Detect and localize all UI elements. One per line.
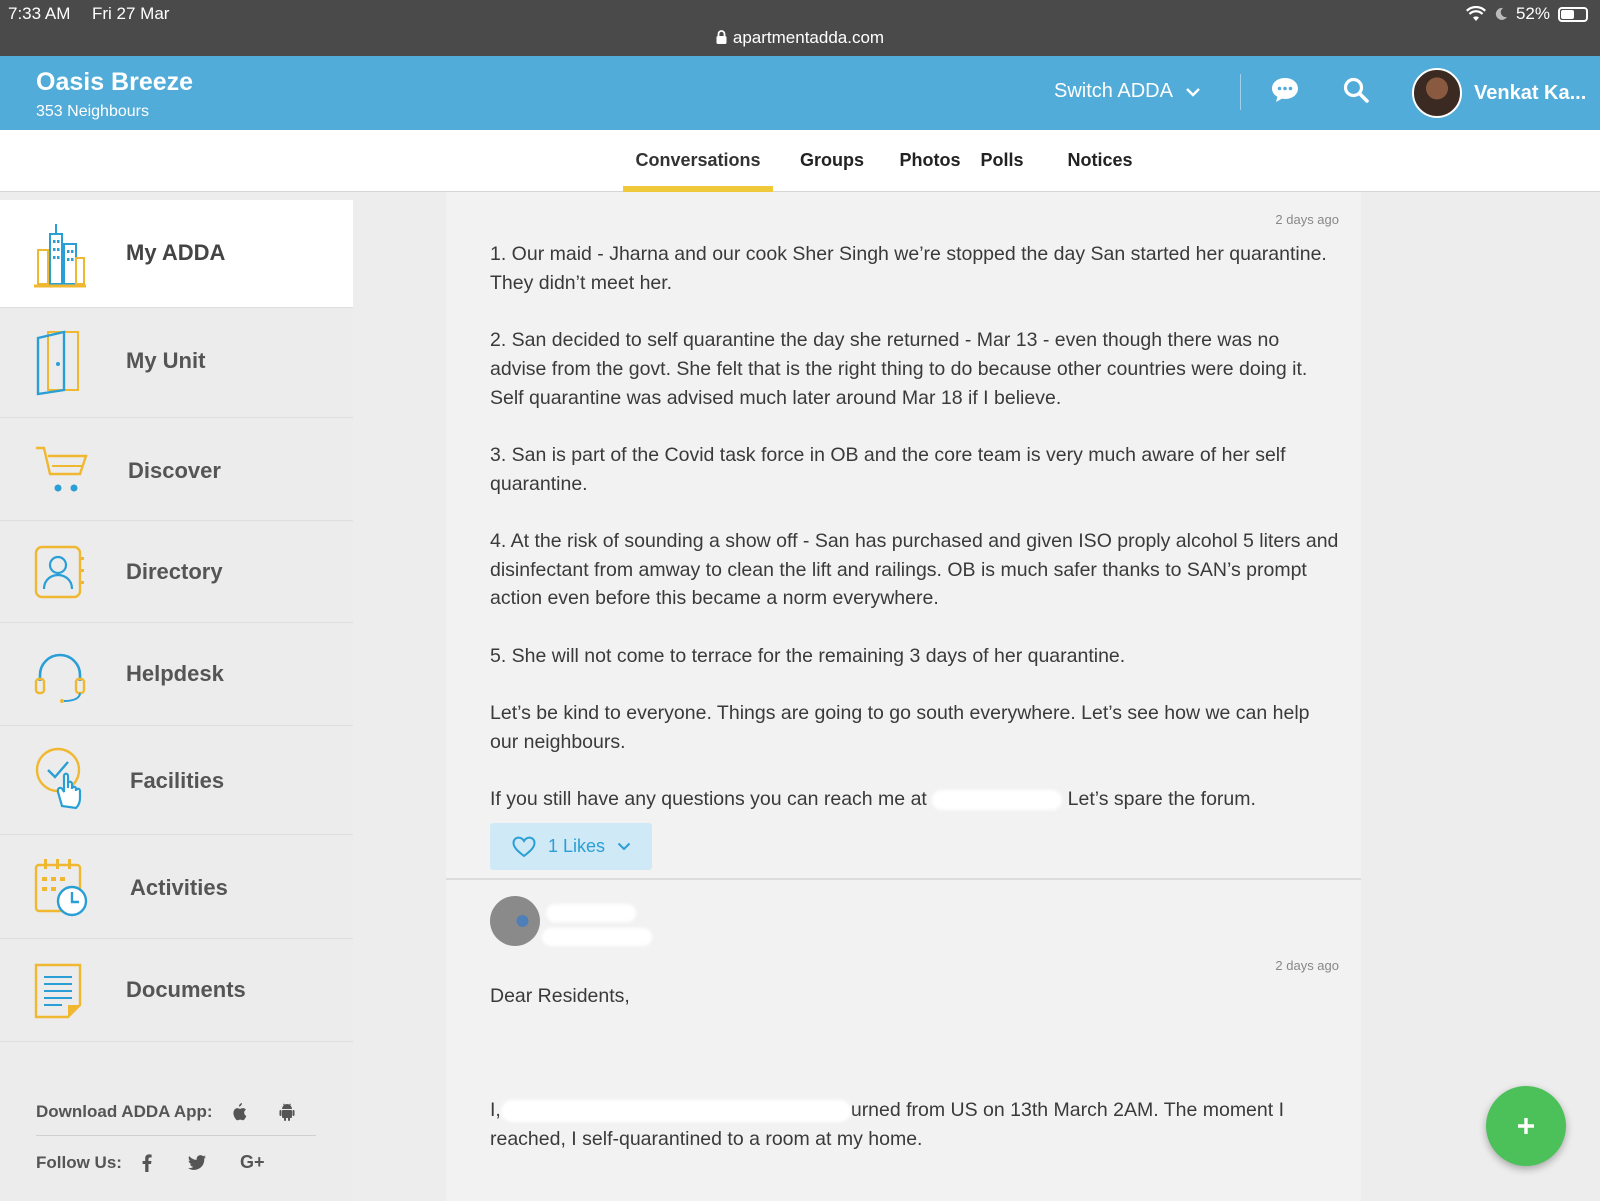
- tab-conversations[interactable]: Conversations: [623, 130, 773, 192]
- plus-icon: [1518, 1118, 1534, 1134]
- wifi-icon: [1465, 6, 1486, 21]
- sidebar-item-label: Activities: [130, 875, 228, 900]
- headset-icon: [34, 653, 86, 703]
- sidebar-item-my-unit[interactable]: My Unit: [0, 308, 353, 418]
- tab-groups[interactable]: Groups: [784, 130, 880, 192]
- chat-icon[interactable]: [1270, 76, 1300, 104]
- sidebar-item-activities[interactable]: Activities: [0, 835, 353, 939]
- user-name: Venkat Ka...: [1474, 81, 1587, 104]
- battery-percent: 52%: [1515, 4, 1550, 23]
- sidebar-item-facilities[interactable]: Facilities: [0, 726, 353, 835]
- sidebar-item-label: Directory: [126, 559, 223, 584]
- community-name: Oasis Breeze: [36, 68, 194, 96]
- contacts-icon: [34, 545, 84, 599]
- sidebar-item-documents[interactable]: Documents: [0, 939, 353, 1042]
- post-timestamp: 2 days ago: [1275, 958, 1339, 973]
- post-paragraph: 3. San is part of the Covid task force i…: [490, 443, 1286, 495]
- post-paragraph: 5. She will not come to terrace for the …: [490, 644, 1126, 667]
- post-body-line: I, urned from US on 13th March 2AM. The m…: [490, 1099, 1285, 1122]
- facebook-icon[interactable]: [142, 1153, 152, 1172]
- post-divider: [446, 878, 1361, 880]
- sidebar-item-label: Discover: [128, 458, 221, 483]
- post-timestamp: 2 days ago: [1275, 212, 1339, 227]
- user-avatar: [1412, 68, 1462, 118]
- address-bar[interactable]: apartmentadda.com: [0, 28, 1600, 48]
- android-icon[interactable]: [279, 1103, 295, 1121]
- likes-button[interactable]: 1 Likes: [490, 823, 652, 870]
- post-paragraph: 4. At the risk of sounding a show off - …: [490, 529, 1339, 610]
- moon-icon: [1495, 7, 1507, 20]
- post-paragraph-contact: If you still have any questions you can …: [490, 788, 1256, 811]
- google-plus-icon[interactable]: G+: [240, 1152, 265, 1173]
- tab-notices[interactable]: Notices: [1050, 130, 1150, 192]
- sidebar-item-label: Helpdesk: [126, 661, 224, 686]
- redacted-contact: [932, 790, 1063, 811]
- calendar-clock-icon: [34, 859, 88, 917]
- url-text: apartmentadda.com: [732, 28, 885, 47]
- sidebar-item-helpdesk[interactable]: Helpdesk: [0, 623, 353, 726]
- ios-status-bar: 7:33 AM Fri 27 Mar 52% apartmentadda.com: [0, 0, 1600, 56]
- redacted-author-details: [500, 1099, 851, 1122]
- twitter-icon[interactable]: [187, 1155, 206, 1170]
- sidebar-item-label: Documents: [126, 977, 246, 1002]
- chevron-down-icon: [1186, 87, 1200, 97]
- post-body: 1. Our maid - Jharna and our cook Sher S…: [490, 240, 1340, 843]
- lock-icon: [716, 30, 727, 44]
- door-icon: [36, 330, 79, 396]
- neighbours-count: 353 Neighbours: [36, 103, 149, 120]
- status-time: 7:33 AM: [8, 4, 71, 23]
- header-divider: [1240, 74, 1241, 110]
- footer-divider: [36, 1135, 316, 1136]
- cart-icon: [36, 446, 88, 492]
- follow-us-row: Follow Us: G+: [36, 1152, 264, 1173]
- download-app-label: Download ADDA App:: [36, 1102, 213, 1121]
- post-paragraph: 2. San decided to self quarantine the da…: [490, 329, 1308, 409]
- community-info[interactable]: Oasis Breeze 353 Neighbours: [36, 68, 193, 121]
- tab-photos[interactable]: Photos: [882, 130, 978, 192]
- app-header: Oasis Breeze 353 Neighbours Switch ADDA …: [0, 56, 1600, 130]
- download-app-row: Download ADDA App:: [36, 1102, 295, 1122]
- tab-polls[interactable]: Polls: [972, 130, 1032, 192]
- post-paragraph: Let’s be kind to everyone. Things are go…: [490, 702, 1310, 753]
- heart-icon: [512, 836, 536, 857]
- apple-icon[interactable]: [231, 1103, 247, 1121]
- buildings-icon: [34, 224, 86, 288]
- conversation-feed: 2 days ago 1. Our maid - Jharna and our …: [446, 192, 1361, 1201]
- sidebar-item-discover[interactable]: Discover: [0, 418, 353, 521]
- status-date: Fri 27 Mar: [92, 4, 170, 23]
- sidebar-item-label: My Unit: [126, 348, 206, 373]
- post-body-line: reached, I self-quarantined to a room at…: [490, 1128, 923, 1150]
- switch-adda-label: Switch ADDA: [1054, 80, 1173, 102]
- user-profile-menu[interactable]: Venkat Ka...: [1412, 68, 1586, 118]
- tab-bar: Conversations Groups Photos Polls Notice…: [0, 130, 1600, 192]
- document-icon: [34, 963, 82, 1019]
- post-greeting: Dear Residents,: [490, 985, 630, 1007]
- post-paragraph: 1. Our maid - Jharna and our cook Sher S…: [490, 243, 1327, 294]
- sidebar-item-label: Facilities: [130, 768, 225, 793]
- conversation-post: 2 days ago 1. Our maid - Jharna and our …: [446, 192, 1361, 882]
- sidebar-item-directory[interactable]: Directory: [0, 521, 353, 623]
- sidebar-item-my-adda[interactable]: My ADDA: [0, 200, 353, 308]
- chevron-down-icon: [617, 842, 631, 851]
- sidebar-item-label: My ADDA: [126, 240, 226, 265]
- conversation-post: 2 days ago Dear Residents, I, urned from …: [446, 882, 1361, 1201]
- switch-adda-dropdown[interactable]: Switch ADDA: [1054, 80, 1201, 103]
- new-post-fab[interactable]: [1486, 1086, 1566, 1166]
- likes-count: 1 Likes: [548, 836, 606, 856]
- hand-pointer-icon: [35, 747, 82, 810]
- follow-us-label: Follow Us:: [36, 1152, 122, 1172]
- search-icon[interactable]: [1342, 76, 1370, 104]
- status-indicators: 52%: [1465, 4, 1588, 24]
- battery-icon: [1558, 6, 1588, 22]
